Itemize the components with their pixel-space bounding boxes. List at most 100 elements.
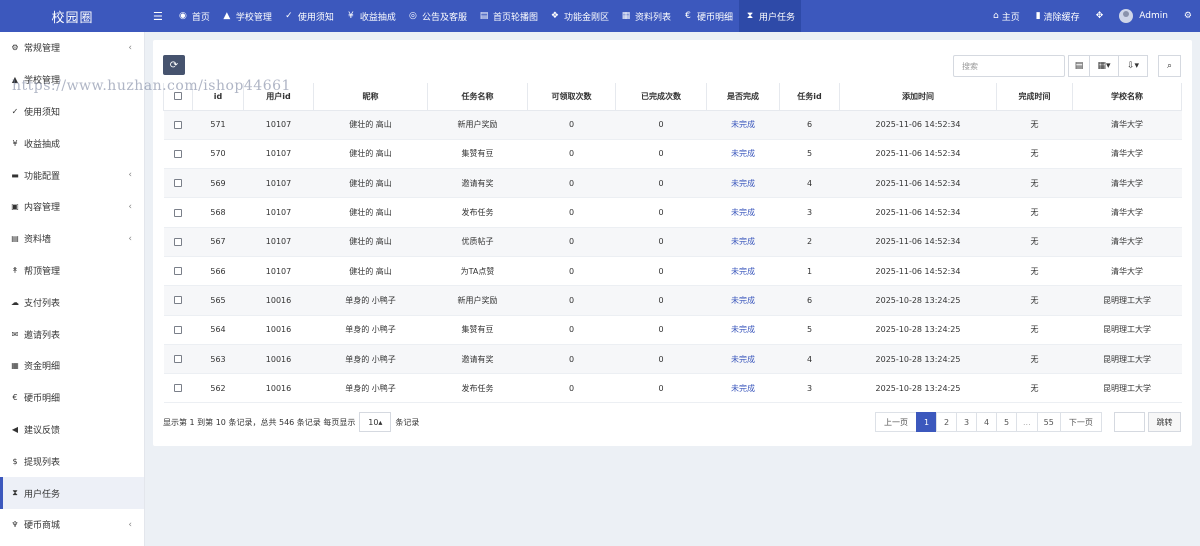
table-row[interactable]: 566 10107 健壮的 高山 为TA点赞 0 0 未完成 1 2025-11-06 14:5…: [163, 256, 1182, 287]
jump-page-input[interactable]: [1114, 412, 1145, 432]
sidebar-item-4[interactable]: ▬ 功能配置 ‹: [0, 159, 144, 191]
search-input[interactable]: [953, 55, 1065, 77]
topnav-item-6[interactable]: ❖ 功能金刚区: [544, 0, 615, 32]
sidebar-item-8[interactable]: ☁ 支付列表: [0, 286, 144, 318]
row-select-cell[interactable]: [163, 139, 193, 170]
row-select-cell[interactable]: [163, 168, 193, 199]
row-checkbox[interactable]: [174, 120, 182, 129]
export-dropdown-button[interactable]: ⇩▾: [1118, 55, 1148, 77]
advanced-search-button[interactable]: ⌕: [1158, 55, 1181, 77]
table-row[interactable]: 567 10107 健壮的 高山 优质帖子 0 0 未完成 2 2025-11-06 14:52…: [163, 227, 1182, 257]
table-row[interactable]: 571 10107 健壮的 高山 新用户奖励 0 0 未完成 6 2025-11-06 14:5…: [163, 110, 1182, 140]
column-header-5[interactable]: 已完成次数: [615, 83, 707, 111]
column-header-0[interactable]: id: [192, 83, 244, 111]
sidebar-item-7[interactable]: ↟ 帮顶管理: [0, 255, 144, 287]
sidebar-item-3[interactable]: ¥ 收益抽成: [0, 127, 144, 159]
column-header-2[interactable]: 昵称: [313, 83, 428, 111]
sidebar-item-0[interactable]: ⚙ 常规管理 ‹: [0, 32, 144, 64]
column-header-7[interactable]: 任务id: [779, 83, 840, 111]
column-header-8[interactable]: 添加时间: [839, 83, 997, 111]
sidebar-item-11[interactable]: € 硬币明细: [0, 382, 144, 414]
table-row[interactable]: 570 10107 健壮的 高山 集赞有豆 0 0 未完成 5 2025-11-06 14:52…: [163, 139, 1182, 170]
row-select-cell[interactable]: [163, 344, 193, 375]
home-link[interactable]: ⌂ 主页: [985, 0, 1028, 32]
topnav-item-9[interactable]: ⧗ 用户任务: [739, 0, 802, 32]
table-row[interactable]: 569 10107 健壮的 高山 邀请有奖 0 0 未完成 4 2025-11-06 14:52…: [163, 168, 1182, 199]
column-header-10[interactable]: 学校名称: [1072, 83, 1182, 111]
gear-icon: ⚙: [1183, 11, 1192, 21]
next-page-button[interactable]: 下一页: [1059, 412, 1102, 432]
chevron-left-icon: ‹: [128, 42, 132, 53]
table-row[interactable]: 563 10016 单身的 小鸭子 邀请有奖 0 0 未完成 4 2025-10-28 13:2…: [163, 344, 1182, 375]
column-header-6[interactable]: 是否完成: [706, 83, 780, 111]
page-button-1[interactable]: 1: [916, 412, 937, 432]
table-row[interactable]: 562 10016 单身的 小鸭子 发布任务 0 0 未完成 3 2025-10-28 13:2…: [163, 373, 1182, 404]
sidebar-item-10[interactable]: ▦ 资金明细: [0, 350, 144, 382]
toggle-view-button[interactable]: ▤: [1068, 55, 1090, 77]
row-checkbox[interactable]: [174, 179, 182, 188]
settings-button[interactable]: ⚙: [1176, 0, 1200, 32]
topnav-item-4[interactable]: ◎ 公告及客服: [402, 0, 473, 32]
row-select-cell[interactable]: [163, 227, 193, 257]
sidebar-item-12[interactable]: ◀ 建议反馈: [0, 414, 144, 446]
row-checkbox[interactable]: [174, 267, 182, 276]
column-header-9[interactable]: 完成时间: [996, 83, 1073, 111]
topnav-item-7[interactable]: ▦ 资料列表: [615, 0, 677, 32]
list-alt-icon: ▦: [621, 11, 631, 21]
page-button-5[interactable]: 5: [996, 412, 1017, 432]
table-cell: 未完成: [706, 344, 780, 375]
sidebar-item-6[interactable]: ▤ 资料墙 ‹: [0, 223, 144, 255]
sidebar-item-9[interactable]: ✉ 邀请列表: [0, 318, 144, 350]
table-cell: 2025-11-06 14:52:34: [839, 139, 997, 170]
sidebar-item-5[interactable]: ▣ 内容管理 ‹: [0, 191, 144, 223]
row-checkbox[interactable]: [174, 237, 182, 246]
row-select-cell[interactable]: [163, 197, 193, 228]
topnav-item-0[interactable]: ◉ 首页: [172, 0, 216, 32]
column-header-4[interactable]: 可领取次数: [527, 83, 616, 111]
sidebar-item-label: 学校管理: [24, 76, 61, 87]
topnav-item-3[interactable]: ¥ 收益抽成: [340, 0, 402, 32]
row-checkbox[interactable]: [174, 208, 182, 217]
row-select-cell[interactable]: [163, 285, 193, 316]
sidebar-toggle-button[interactable]: ☰: [145, 0, 172, 32]
page-size-select[interactable]: 10 ▴: [359, 412, 392, 432]
columns-dropdown-button[interactable]: ▦▾: [1089, 55, 1119, 77]
row-select-cell[interactable]: [163, 110, 193, 140]
row-select-cell[interactable]: [163, 256, 193, 287]
jump-button[interactable]: 跳转: [1148, 412, 1181, 432]
row-checkbox[interactable]: [174, 384, 182, 393]
column-header-3[interactable]: 任务名称: [427, 83, 528, 111]
table-row[interactable]: 568 10107 健壮的 高山 发布任务 0 0 未完成 3 2025-11-06 14:52…: [163, 197, 1182, 228]
sidebar-item-1[interactable]: ▲ 学校管理: [0, 64, 144, 96]
row-checkbox[interactable]: [174, 296, 182, 305]
page-button-4[interactable]: 4: [976, 412, 997, 432]
topnav-item-8[interactable]: € 硬币明细: [677, 0, 739, 32]
select-all-header[interactable]: [163, 83, 193, 111]
app-logo[interactable]: 校园圈: [0, 0, 145, 32]
sidebar-item-15[interactable]: ♆ 硬币商城 ‹: [0, 509, 144, 541]
topnav-item-5[interactable]: ▤ 首页轮播图: [473, 0, 544, 32]
row-select-cell[interactable]: [163, 315, 193, 345]
topnav-item-1[interactable]: ▲ 学校管理: [216, 0, 278, 32]
row-checkbox[interactable]: [174, 355, 182, 364]
table-row[interactable]: 564 10016 单身的 小鸭子 集赞有豆 0 0 未完成 5 2025-10-28 13:2…: [163, 315, 1182, 345]
table-row[interactable]: 565 10016 单身的 小鸭子 新用户奖励 0 0 未完成 6 2025-10-28 13:…: [163, 285, 1182, 316]
row-checkbox[interactable]: [174, 325, 182, 334]
prev-page-button[interactable]: 上一页: [875, 412, 917, 432]
sidebar-item-2[interactable]: ✓ 使用须知: [0, 96, 144, 128]
sidebar-item-14[interactable]: ⧗ 用户任务: [0, 477, 144, 509]
topnav-item-2[interactable]: ✓ 使用须知: [278, 0, 340, 32]
fullscreen-button[interactable]: ✥: [1088, 0, 1112, 32]
admin-menu[interactable]: Admin: [1111, 0, 1176, 32]
table-cell: 2025-11-06 14:52:34: [839, 197, 997, 228]
column-header-1[interactable]: 用户id: [243, 83, 314, 111]
sidebar-item-13[interactable]: $ 提现列表: [0, 445, 144, 477]
row-select-cell[interactable]: [163, 373, 193, 404]
page-button-3[interactable]: 3: [956, 412, 977, 432]
clear-cache-button[interactable]: ▮ 清除缓存: [1028, 0, 1088, 32]
refresh-button[interactable]: ⟳: [163, 55, 185, 75]
page-button-55[interactable]: 55: [1036, 412, 1061, 432]
row-checkbox[interactable]: [174, 149, 182, 158]
page-button-2[interactable]: 2: [936, 412, 957, 432]
select-all-checkbox[interactable]: [174, 92, 182, 101]
